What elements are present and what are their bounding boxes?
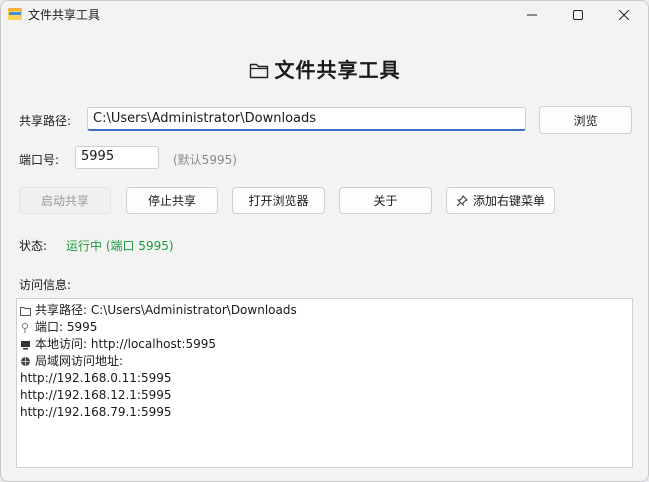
window-title: 文件共享工具: [28, 8, 101, 22]
close-icon: [619, 10, 629, 20]
computer-icon: [20, 340, 35, 350]
maximize-icon: [573, 10, 583, 20]
path-input[interactable]: C:\Users\Administrator\Downloads: [87, 107, 526, 131]
page-title: 文件共享工具: [1, 54, 648, 83]
folder-icon: [20, 306, 35, 316]
access-info-textbox[interactable]: 共享路径: C:\Users\Administrator\Downloads 端…: [16, 298, 633, 468]
start-share-button[interactable]: 启动共享: [19, 187, 111, 214]
port-label: 端口号:: [19, 153, 60, 167]
close-button[interactable]: [601, 1, 647, 29]
status-label: 状态:: [19, 239, 48, 253]
minimize-icon: [527, 14, 537, 16]
lan-url-line: http://192.168.0.11:5995: [20, 371, 172, 385]
info-line-path: 共享路径: C:\Users\Administrator\Downloads: [20, 302, 629, 319]
port-hint: (默认5995): [173, 153, 237, 167]
info-line-port: 端口: 5995: [20, 319, 629, 336]
lan-url-line: http://192.168.12.1:5995: [20, 388, 172, 402]
browse-button[interactable]: 浏览: [539, 106, 632, 134]
status-value: 运行中 (端口 5995): [66, 239, 174, 253]
folder-icon: [249, 63, 268, 79]
open-browser-button[interactable]: 打开浏览器: [232, 187, 325, 214]
maximize-button[interactable]: [555, 1, 601, 29]
pin-icon: [20, 322, 35, 334]
info-line-local: 本地访问: http://localhost:5995: [20, 336, 629, 353]
add-context-menu-label: 添加右键菜单: [472, 194, 545, 208]
port-input[interactable]: 5995: [75, 146, 159, 169]
info-line-lan-header: 局域网访问地址:: [20, 353, 629, 370]
access-info-label: 访问信息:: [19, 278, 72, 292]
app-window: 文件共享工具 文件共享工具 共享路径: C:\Users\Administrat…: [0, 0, 649, 482]
about-button[interactable]: 关于: [339, 187, 432, 214]
folder-app-icon: [8, 8, 22, 20]
pin-icon: [456, 194, 468, 207]
title-bar: 文件共享工具: [1, 1, 648, 29]
path-label: 共享路径:: [19, 114, 72, 128]
minimize-button[interactable]: [509, 1, 555, 29]
lan-url-line: http://192.168.79.1:5995: [20, 405, 172, 419]
stop-share-button[interactable]: 停止共享: [126, 187, 218, 214]
page-title-text: 文件共享工具: [274, 58, 401, 82]
add-context-menu-button[interactable]: 添加右键菜单: [446, 187, 555, 214]
globe-icon: [20, 356, 35, 367]
